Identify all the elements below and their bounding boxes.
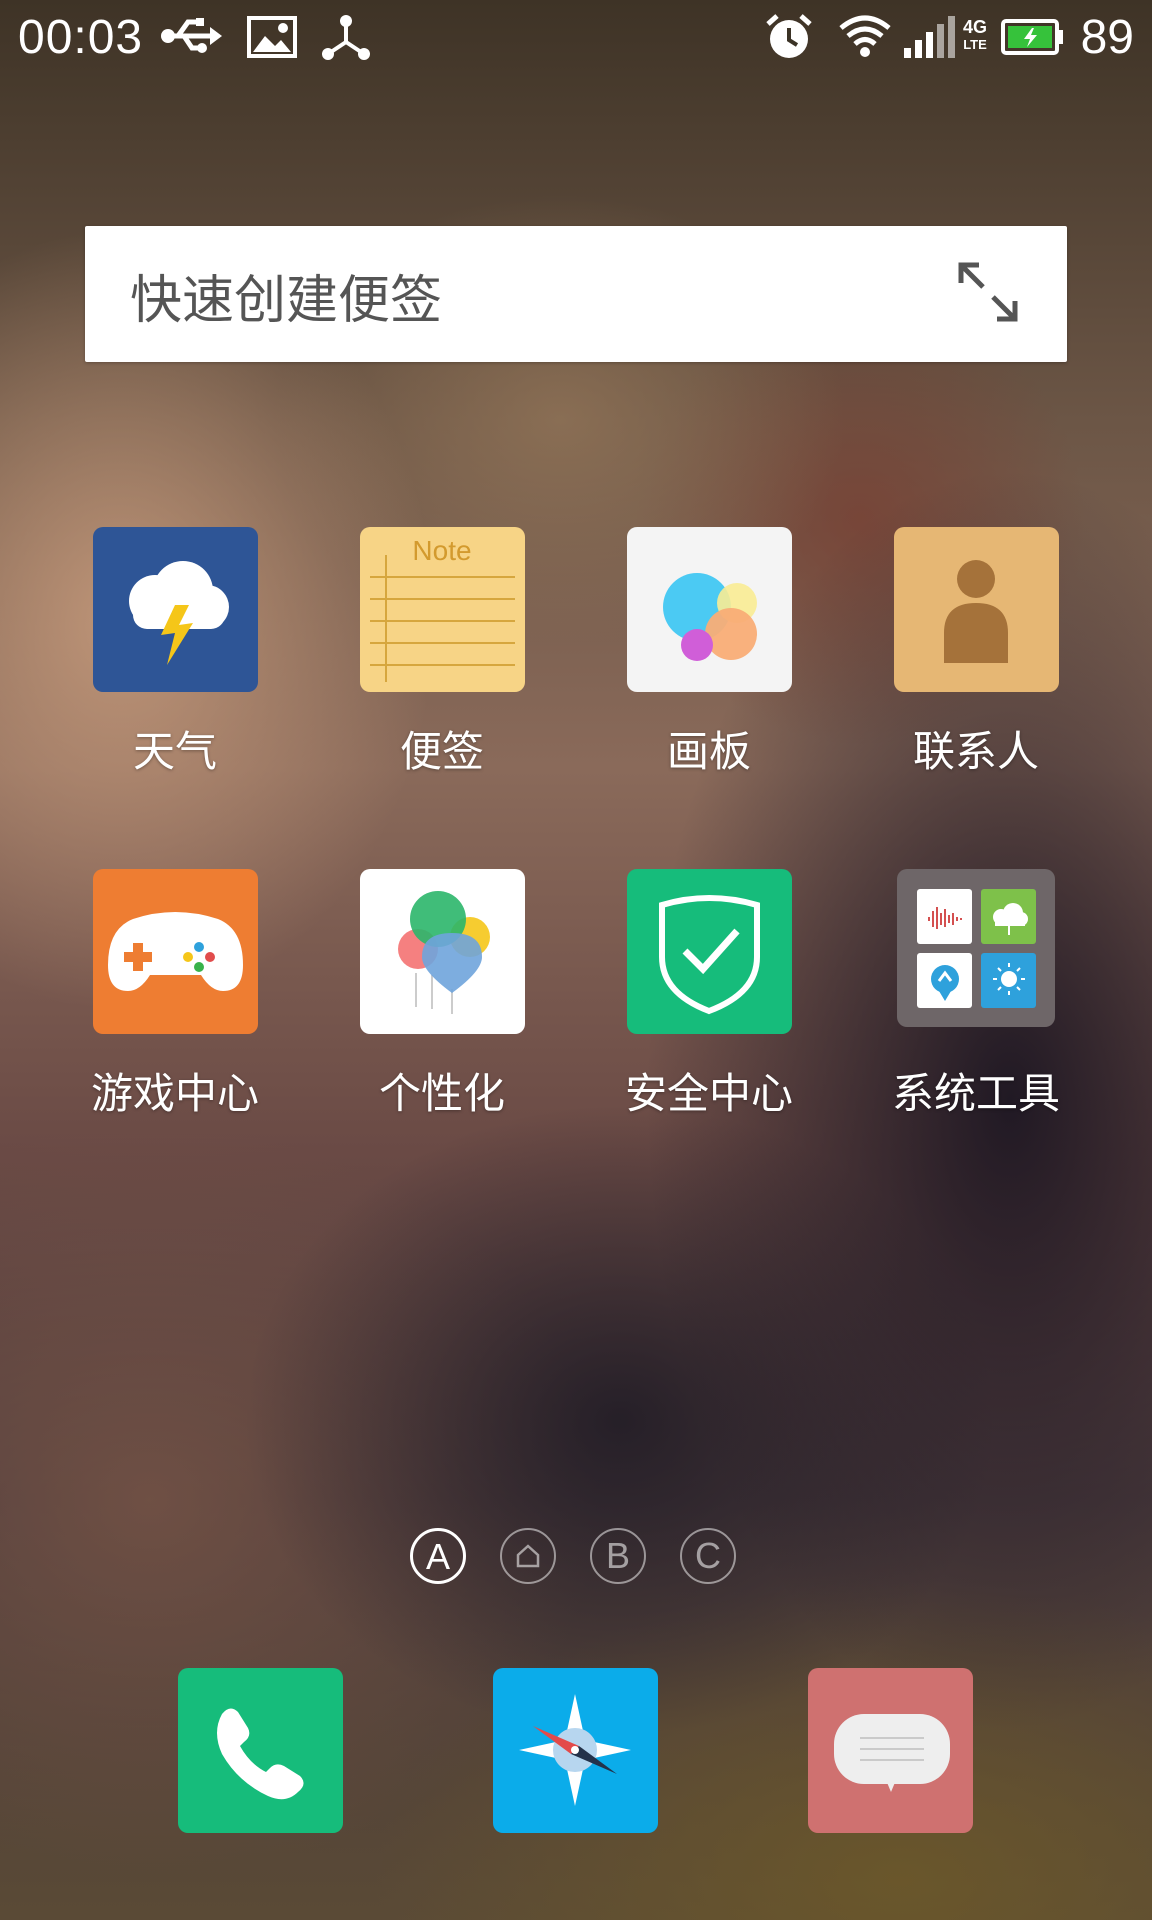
page-indicator: A B C	[0, 1528, 1152, 1588]
app-notes[interactable]: Note 便签	[322, 527, 562, 779]
dock-browser[interactable]	[493, 1668, 658, 1833]
notes-icon-text: Note	[412, 535, 472, 566]
app-contacts[interactable]: 联系人	[856, 527, 1096, 779]
page-dot-a[interactable]: A	[410, 1528, 466, 1584]
compass-icon	[519, 1694, 631, 1806]
image-icon	[247, 16, 297, 58]
battery-percent: 89	[1080, 11, 1134, 64]
contacts-icon[interactable]	[893, 527, 1059, 692]
usb-icon	[161, 18, 222, 53]
app-label: 安全中心	[624, 1069, 793, 1118]
app-label: 画板	[666, 727, 751, 776]
network-type-label: 4G LTE	[962, 17, 987, 52]
palette-icon[interactable]	[626, 527, 792, 692]
app-label: 联系人	[912, 727, 1039, 776]
quick-note-placeholder[interactable]: 快速创建便签	[130, 258, 442, 333]
app-game-center[interactable]: 游戏中心	[55, 869, 295, 1121]
app-label: 个性化	[378, 1069, 505, 1118]
signal-icon	[904, 16, 955, 58]
page-dot-home[interactable]	[500, 1528, 556, 1584]
expand-icon[interactable]	[955, 259, 1021, 325]
message-bubble-icon	[834, 1714, 950, 1792]
dock-phone[interactable]	[178, 1668, 343, 1833]
dock-messages[interactable]	[808, 1668, 973, 1833]
home-icon	[516, 1544, 540, 1568]
app-security-center[interactable]: 安全中心	[589, 869, 829, 1121]
share-network-icon	[322, 15, 370, 60]
clock-time: 00:03	[18, 11, 144, 64]
notes-icon[interactable]: Note	[359, 527, 525, 692]
app-weather[interactable]: 天气	[55, 527, 295, 779]
app-label: 便签	[399, 727, 484, 776]
shield-check-icon[interactable]	[626, 869, 792, 1034]
quick-note-widget[interactable]: 快速创建便签	[85, 226, 1067, 362]
app-personalize[interactable]: 个性化	[322, 869, 562, 1121]
app-palette[interactable]: 画板	[589, 527, 829, 779]
app-label: 天气	[132, 727, 217, 776]
gamepad-icon[interactable]	[92, 869, 258, 1034]
page-dot-c[interactable]: C	[680, 1528, 736, 1584]
alarm-icon	[766, 14, 812, 58]
balloons-icon[interactable]	[359, 869, 525, 1034]
phone-icon	[217, 1708, 304, 1800]
page-dot-b[interactable]: B	[590, 1528, 646, 1584]
status-bar: 00:03 4G LTE 89	[0, 0, 1152, 80]
battery-charging-icon	[1001, 19, 1063, 55]
weather-icon[interactable]	[92, 527, 258, 692]
app-system-tools[interactable]: 系统工具	[856, 869, 1096, 1121]
app-label: 系统工具	[891, 1069, 1060, 1118]
wifi-icon	[839, 15, 891, 57]
folder-icon[interactable]	[897, 869, 1055, 1027]
app-label: 游戏中心	[90, 1069, 259, 1118]
